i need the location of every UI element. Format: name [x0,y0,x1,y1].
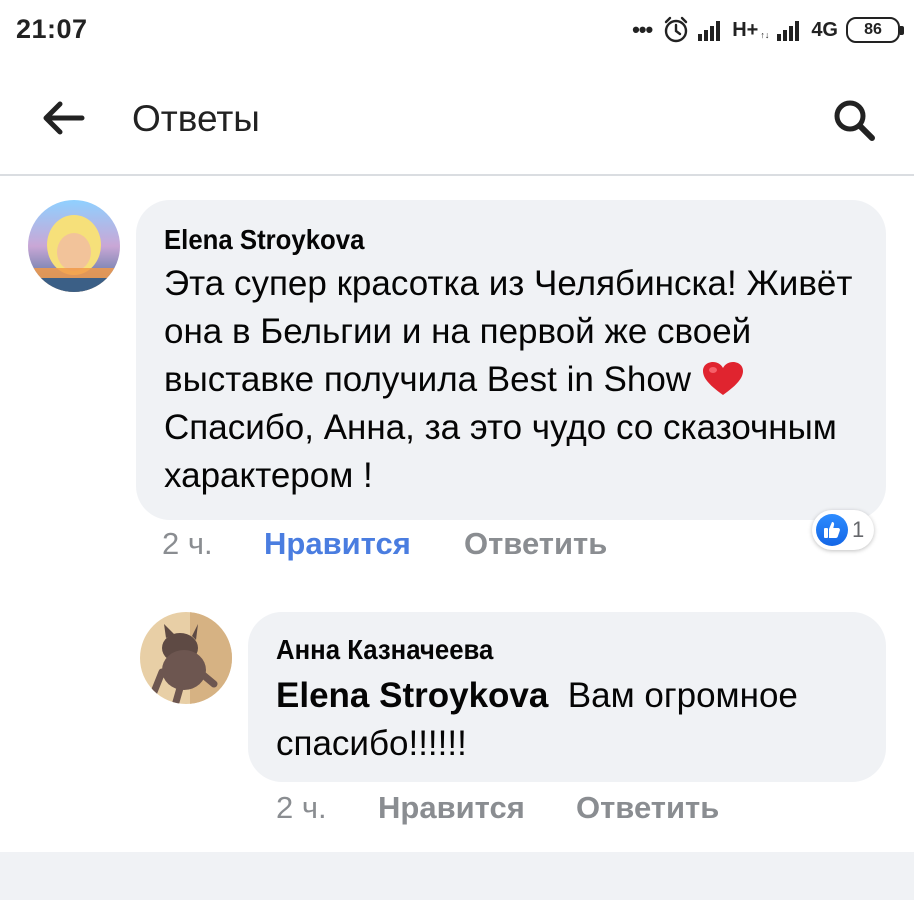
bottom-area [0,852,914,900]
comment-text: Elena Stroykova Вам огромное спасибо!!!!… [276,672,866,768]
comment-actions: 2 ч. Нравится Ответить [276,790,719,826]
network-type-2: 4G [811,18,838,41]
status-time: 21:07 [16,14,88,44]
app-header: Ответы [0,60,914,176]
mention-link[interactable]: Elena Stroykova [276,676,548,715]
status-icons: ••• H+ ↑↓ 4G 86 [632,12,904,48]
like-icon [816,514,848,546]
like-button[interactable]: Нравится [378,790,576,826]
comment-author[interactable]: Анна Казначеева [276,634,493,666]
signal-icon [777,21,800,41]
avatar[interactable] [140,612,232,704]
reply-button[interactable]: Ответить [464,526,607,562]
data-arrows-icon: ↑↓ [760,30,770,40]
comment-text: Эта супер красотка из Челябинска! Живёт … [164,260,854,500]
comment-actions: 2 ч. Нравится Ответить [162,526,607,562]
comment-time: 2 ч. [162,526,213,561]
comment-bubble[interactable]: Elena Stroykova Эта супер красотка из Че… [136,200,886,520]
comment-author[interactable]: Elena Stroykova [164,224,364,256]
comment-text-part: Эта супер красотка из Челябинска! Живёт … [164,264,853,399]
heart-emoji [702,362,743,395]
reply-button[interactable]: Ответить [576,790,719,826]
reactions-summary[interactable]: 1 [812,510,875,550]
network-type-1: H+ [732,18,759,41]
page-title: Ответы [132,98,260,139]
comment-time: 2 ч. [276,790,327,825]
status-bar: 21:07 ••• H+ ↑↓ 4G 86 [0,0,914,60]
more-notifications-icon: ••• [632,17,653,42]
alarm-icon [664,16,688,43]
arrow-left-icon[interactable] [38,96,90,140]
reaction-count: 1 [852,517,865,542]
battery-icon: 86 [846,17,904,43]
comment-bubble[interactable]: Анна Казначеева Elena Stroykova Вам огро… [248,612,886,782]
like-button[interactable]: Нравится [264,526,464,562]
signal-icon [698,21,721,41]
avatar[interactable] [28,200,120,292]
search-icon[interactable] [830,96,878,144]
comment-text-part: Спасибо, Анна, за это чудо со сказочным … [164,408,837,495]
